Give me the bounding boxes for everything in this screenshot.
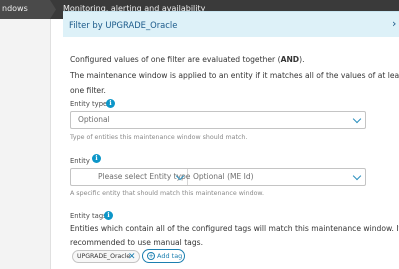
plus-icon: + bbox=[147, 252, 155, 260]
entity-help: A specific entity that should match this… bbox=[70, 190, 265, 197]
filter-description: Configured values of one filter are eval… bbox=[70, 52, 399, 99]
entity-type-help: Type of entities this maintenance window… bbox=[70, 134, 248, 141]
info-icon[interactable]: i bbox=[104, 211, 113, 220]
info-icon[interactable]: i bbox=[106, 99, 115, 108]
tags-desc-line-1: Entities which contain all of the config… bbox=[70, 224, 399, 233]
entity-tags-label: Entity tags bbox=[70, 212, 107, 220]
tag-chip: UPGRADE_Oracle ✕ bbox=[72, 250, 140, 263]
chevron-down-icon[interactable] bbox=[352, 171, 362, 181]
filter-form: Configured values of one filter are eval… bbox=[0, 0, 399, 269]
entity-type-select[interactable]: Optional bbox=[70, 111, 366, 129]
entity-type-dropdown[interactable]: Please select Entity type bbox=[71, 169, 190, 185]
entity-type-label: Entity type bbox=[70, 100, 108, 108]
entity-selector: Please select Entity type Optional (ME I… bbox=[70, 168, 366, 186]
tag-label: UPGRADE_Oracle bbox=[77, 253, 131, 260]
add-tag-button[interactable]: + Add tag bbox=[142, 249, 185, 263]
intro-line-3: one filter. bbox=[70, 86, 106, 95]
chevron-down-icon bbox=[352, 114, 362, 124]
close-icon[interactable]: ✕ bbox=[128, 251, 136, 263]
entity-label: Entity bbox=[70, 157, 90, 165]
entity-type-value: Optional bbox=[78, 115, 110, 124]
info-icon[interactable]: i bbox=[92, 154, 101, 163]
intro-line-2: The maintenance window is applied to an … bbox=[70, 70, 399, 80]
entity-id-input[interactable]: Optional (ME Id) bbox=[193, 172, 254, 181]
tags-desc-line-2: recommended to use manual tags. bbox=[70, 238, 204, 247]
add-tag-label: Add tag bbox=[157, 252, 183, 260]
intro-line-1: Configured values of one filter are eval… bbox=[70, 55, 305, 64]
entity-tags-description: Entities which contain all of the config… bbox=[70, 222, 399, 250]
